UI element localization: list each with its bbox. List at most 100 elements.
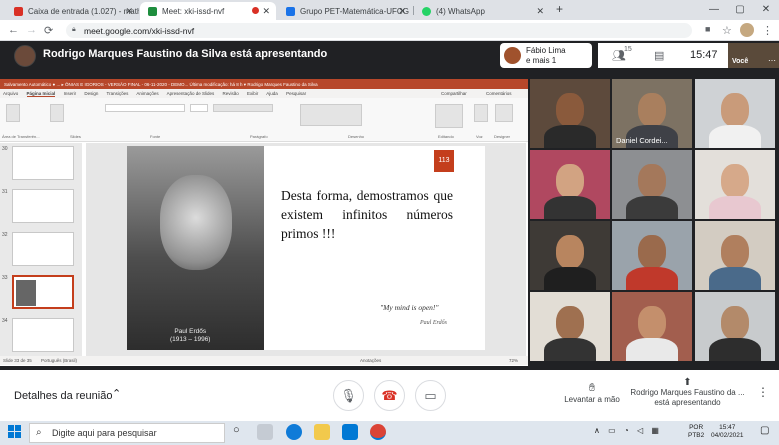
video-tile[interactable] <box>530 79 610 148</box>
mail-icon[interactable] <box>342 424 358 440</box>
browser-tab-bar: Caixa de entrada (1.027) - mathe ✕ Meet:… <box>0 0 779 20</box>
profile-avatar[interactable] <box>740 23 754 37</box>
menu-item[interactable]: Revisão <box>222 91 238 96</box>
minimize-button[interactable]: — <box>701 0 727 20</box>
chevron-up-icon[interactable]: ⌃ <box>112 387 121 400</box>
designer-button[interactable] <box>495 104 513 122</box>
video-tile[interactable] <box>530 150 610 219</box>
camera-button[interactable]: ▭ <box>415 380 446 411</box>
more-options-icon[interactable]: ⋮ <box>757 385 769 399</box>
font-selector[interactable] <box>105 104 185 112</box>
slide-thumbnail[interactable] <box>12 189 74 223</box>
chat-icon[interactable]: ▤ <box>654 49 664 62</box>
microphone-button[interactable]: 🎙︎ <box>333 380 364 411</box>
cortana-icon[interactable]: ○ <box>233 424 240 436</box>
maximize-button[interactable]: ▢ <box>727 0 753 20</box>
tab-whatsapp[interactable]: (4) WhatsApp ✕ <box>414 2 550 20</box>
keyboard-icon[interactable]: ▦ <box>651 426 659 435</box>
network-icon[interactable]: ◔ <box>624 426 629 435</box>
menu-item[interactable]: Comentários <box>486 91 512 96</box>
menu-item[interactable]: Página Inicial <box>26 91 56 97</box>
close-icon[interactable]: ✕ <box>536 6 544 17</box>
menu-item[interactable]: Animações <box>136 91 158 96</box>
slide-thumbnail[interactable] <box>12 232 74 266</box>
slide-thumbnail-selected[interactable] <box>12 275 74 309</box>
menu-item[interactable]: Transições <box>107 91 129 96</box>
font-size-selector[interactable] <box>190 104 208 112</box>
system-clock[interactable]: 15:47 04/02/2021 <box>711 424 744 440</box>
menu-item[interactable]: Apresentação de Slides <box>167 91 215 96</box>
video-tile[interactable] <box>530 221 610 290</box>
new-tab-button[interactable]: + <box>556 2 563 16</box>
chrome-icon[interactable] <box>370 424 386 440</box>
zoom-level[interactable]: 72% <box>509 358 518 363</box>
close-window-button[interactable]: ✕ <box>753 0 779 20</box>
menu-item[interactable]: Inserir <box>64 91 77 96</box>
taskbar-search-input[interactable]: ⌕ Digite aqui para pesquisar <box>29 423 225 443</box>
presenting-label: Rodrigo Marques Faustino da ... está apr… <box>630 388 745 407</box>
thumb-number: 31 <box>2 189 8 195</box>
chevron-up-icon[interactable]: ∧ <box>594 426 600 435</box>
file-explorer-icon[interactable] <box>314 424 330 440</box>
thumb-number: 33 <box>2 275 8 281</box>
back-icon[interactable]: ← <box>8 24 19 36</box>
tab-gmail[interactable]: Caixa de entrada (1.027) - mathe ✕ <box>6 2 139 20</box>
video-tile[interactable] <box>612 292 692 361</box>
slide-thumbnail[interactable] <box>12 146 74 180</box>
menu-item[interactable]: Design <box>84 91 98 96</box>
video-tile[interactable] <box>530 292 610 361</box>
notes-button[interactable]: Anotações <box>360 358 381 363</box>
slide-thumbnails-panel: 30 31 32 33 34 <box>0 143 82 356</box>
more-options-icon[interactable]: ⋯ <box>768 56 776 65</box>
menu-item[interactable]: Compartilhar <box>441 91 467 96</box>
notifications-icon[interactable]: ▢ <box>760 425 769 436</box>
reload-icon[interactable]: ⟳ <box>44 24 53 37</box>
speaker-icon[interactable]: ◁ <box>637 426 643 435</box>
end-call-button[interactable]: ☎︎ <box>374 380 405 411</box>
paste-button[interactable] <box>6 104 20 122</box>
battery-icon[interactable]: ▭ <box>608 426 616 435</box>
menu-item[interactable]: Pesquisar <box>286 91 306 96</box>
paragraph-buttons[interactable] <box>213 104 273 112</box>
close-icon[interactable]: ✕ <box>125 6 133 17</box>
more-menu-icon[interactable]: ⋮ <box>762 24 773 37</box>
windows-start-icon[interactable] <box>8 425 22 439</box>
url-field[interactable]: 🔒︎ meet.google.com/xki-issd-nvf <box>66 23 692 38</box>
language-indicator[interactable]: POR PTB2 <box>688 424 704 440</box>
edge-icon[interactable] <box>286 424 302 440</box>
star-icon[interactable]: ☆ <box>722 24 732 37</box>
self-view-tile[interactable]: Você ⋯ <box>728 43 779 68</box>
raise-hand-button[interactable]: ✋︎ Levantar a mão <box>564 382 620 404</box>
new-slide-button[interactable] <box>50 104 64 122</box>
tab-pet[interactable]: Grupo PET-Matemática-UFCG ✕ <box>278 2 412 20</box>
tab-meet[interactable]: Meet: xki-issd-nvf ✕ <box>140 2 276 20</box>
camera-icon[interactable]: ■ <box>705 24 710 34</box>
presenting-button[interactable]: ⬆︎ Rodrigo Marques Faustino da ... está … <box>630 378 745 408</box>
close-icon[interactable]: ✕ <box>262 6 270 17</box>
photo-caption: Paul Erdős (1913 – 1996) <box>170 328 210 344</box>
video-tile[interactable] <box>695 79 775 148</box>
task-view-icon[interactable] <box>257 424 273 440</box>
slide-thumbnail[interactable] <box>12 318 74 352</box>
video-tile[interactable] <box>695 292 775 361</box>
video-tile[interactable] <box>695 221 775 290</box>
video-tile[interactable] <box>695 150 775 219</box>
menu-item[interactable]: Arquivo <box>3 91 18 96</box>
lang-primary: POR <box>689 424 704 431</box>
dictate-button[interactable] <box>474 104 488 122</box>
ribbon-group-label: Editando <box>438 134 454 139</box>
shapes-gallery[interactable] <box>300 104 362 126</box>
close-icon[interactable]: ✕ <box>398 6 406 17</box>
menu-item[interactable]: Ajuda <box>266 91 278 96</box>
video-camera-icon: ▭ <box>424 388 437 403</box>
video-tile[interactable]: Daniel Cordei... <box>612 79 692 148</box>
editing-buttons[interactable] <box>435 104 463 128</box>
ribbon-group-label: Desenho <box>348 134 365 139</box>
menu-item[interactable]: Exibir <box>247 91 258 96</box>
forward-icon[interactable]: → <box>26 24 37 36</box>
video-tile[interactable] <box>612 221 692 290</box>
caption-name: Paul Erdős <box>174 328 207 335</box>
slide-counter: Slide 33 de 35 <box>3 358 32 363</box>
video-tile[interactable] <box>612 150 692 219</box>
meeting-details-button[interactable]: Detalhes da reunião <box>14 390 112 402</box>
